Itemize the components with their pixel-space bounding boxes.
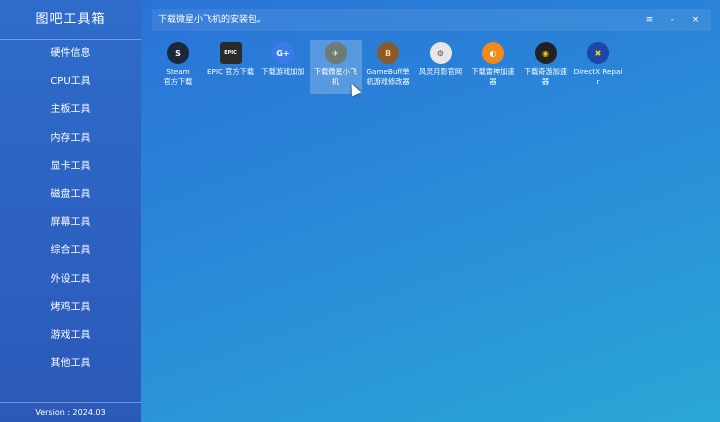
steam-icon: S xyxy=(167,42,189,64)
tool-tile[interactable]: B GameBuff单机游戏修改器 xyxy=(362,40,414,94)
tool-tile-label: 下载游戏加加 xyxy=(261,67,305,76)
tool-tile[interactable]: G+ 下载游戏加加 xyxy=(257,40,309,94)
minimize-button[interactable]: - xyxy=(661,9,684,31)
tool-tile[interactable]: ⚙ 风灵月影官网 xyxy=(415,40,467,94)
sidebar-item-stress-tools[interactable]: 烤鸡工具 xyxy=(0,294,141,322)
close-button[interactable]: × xyxy=(684,9,707,31)
tool-tile-label: 风灵月影官网 xyxy=(418,67,463,76)
sidebar-item-peripheral-tools[interactable]: 外设工具 xyxy=(0,266,141,294)
sidebar-item-game-tools[interactable]: 游戏工具 xyxy=(0,322,141,350)
sidebar-item-hardware-info[interactable]: 硬件信息 xyxy=(0,40,141,68)
sidebar-item-screen-tools[interactable]: 屏幕工具 xyxy=(0,209,141,237)
tool-tile[interactable]: ◉ 下载奇游加速器 xyxy=(520,40,572,94)
tool-grid: S Steam 官方下载 EPIC EPIC 官方下载 G+ 下载游戏加加 ✈ 下载微星小飞机… xyxy=(152,40,712,420)
tool-tile[interactable]: EPIC EPIC 官方下载 xyxy=(205,40,257,94)
sidebar-nav: 硬件信息 CPU工具 主板工具 内存工具 显卡工具 磁盘工具 屏幕工具 综合工具… xyxy=(0,40,141,378)
window-controls: ≡ - × xyxy=(638,9,707,31)
tool-tile-label: EPIC 官方下载 xyxy=(206,67,255,76)
tool-tile-label: 下载奇游加速器 xyxy=(523,67,568,86)
app-title: 图吧工具箱 xyxy=(35,12,106,27)
title-bar: 下载微星小飞机的安装包。 ≡ - × xyxy=(152,9,711,31)
sidebar-item-memory-tools[interactable]: 内存工具 xyxy=(0,125,141,153)
qiyou-icon: ◉ xyxy=(534,42,557,64)
sidebar: 图吧工具箱 硬件信息 CPU工具 主板工具 内存工具 显卡工具 磁盘工具 屏幕工… xyxy=(0,0,141,422)
app-window: 图吧工具箱 硬件信息 CPU工具 主板工具 内存工具 显卡工具 磁盘工具 屏幕工… xyxy=(0,0,720,422)
leishen-icon: ◐ xyxy=(482,42,504,64)
tool-tile[interactable]: ◐ 下载雷神加速器 xyxy=(467,40,519,94)
afterburner-icon: ✈ xyxy=(324,42,347,64)
sidebar-item-motherboard-tools[interactable]: 主板工具 xyxy=(0,96,141,124)
tool-tile[interactable]: ✖ DirectX Repair xyxy=(572,40,624,94)
epic-icon: EPIC xyxy=(219,42,242,64)
version-label: Version : 2024.03 xyxy=(0,402,141,422)
gamebuff-icon: B xyxy=(377,42,399,64)
sidebar-item-other-tools[interactable]: 其他工具 xyxy=(0,350,141,378)
fengling-icon: ⚙ xyxy=(429,42,452,64)
tool-tile-label: DirectX Repair xyxy=(573,67,623,86)
sidebar-item-disk-tools[interactable]: 磁盘工具 xyxy=(0,181,141,209)
tool-tiles: S Steam 官方下载 EPIC EPIC 官方下载 G+ 下载游戏加加 ✈ 下载微星小飞机… xyxy=(152,40,712,94)
tool-tile-label: Steam 官方下载 xyxy=(163,67,193,86)
directx-icon: ✖ xyxy=(587,42,609,64)
sidebar-item-general-tools[interactable]: 综合工具 xyxy=(0,237,141,265)
tool-tile-label: 下载雷神加速器 xyxy=(471,67,515,86)
menu-icon[interactable]: ≡ xyxy=(638,9,661,31)
gamejiajia-icon: G+ xyxy=(272,42,294,64)
tool-tile-label: GameBuff单机游戏修改器 xyxy=(366,67,410,86)
tool-tile[interactable]: S Steam 官方下载 xyxy=(152,40,204,94)
status-description: 下载微星小飞机的安装包。 xyxy=(158,15,267,25)
sidebar-item-gpu-tools[interactable]: 显卡工具 xyxy=(0,153,141,181)
sidebar-item-cpu-tools[interactable]: CPU工具 xyxy=(0,68,141,96)
